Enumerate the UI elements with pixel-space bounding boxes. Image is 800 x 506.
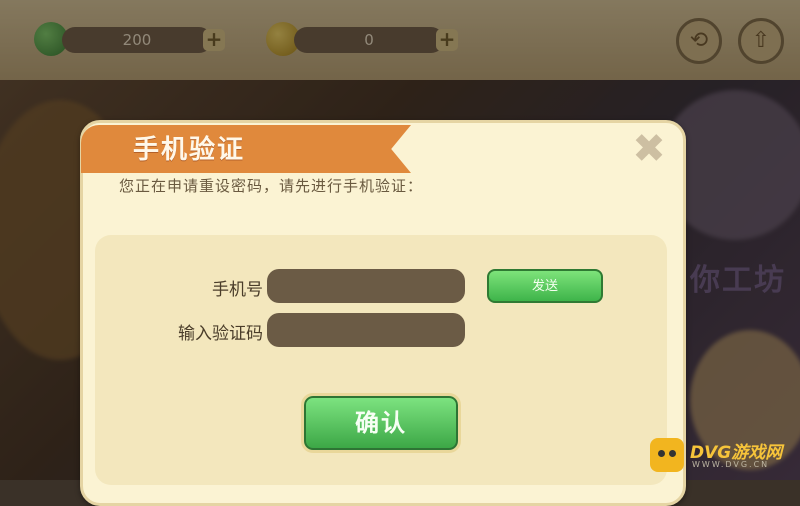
dialog-subtitle: 您正在申请重设密码，请先进行手机验证： [119, 177, 424, 195]
watermark: DVG游戏网 WWW.DVG.CN [648, 434, 796, 476]
code-label: 输入验证码 [178, 324, 263, 344]
phone-label: 手机号 [212, 280, 263, 300]
gamepad-icon [650, 438, 684, 472]
verification-code-input[interactable] [267, 313, 465, 347]
watermark-url: WWW.DVG.CN [692, 460, 770, 469]
phone-input[interactable] [267, 269, 465, 303]
confirm-button[interactable]: 确认 [301, 393, 461, 453]
title-ribbon [81, 125, 411, 173]
close-icon[interactable]: ✖ [629, 129, 669, 169]
phone-verification-dialog: 手机验证 ✖ 您正在申请重设密码，请先进行手机验证： 手机号 发送 输入验证码 … [80, 120, 686, 506]
send-code-button[interactable]: 发送 [487, 269, 603, 303]
dialog-title: 手机验证 [133, 135, 246, 165]
form-panel: 手机号 发送 输入验证码 确认 [95, 235, 667, 485]
